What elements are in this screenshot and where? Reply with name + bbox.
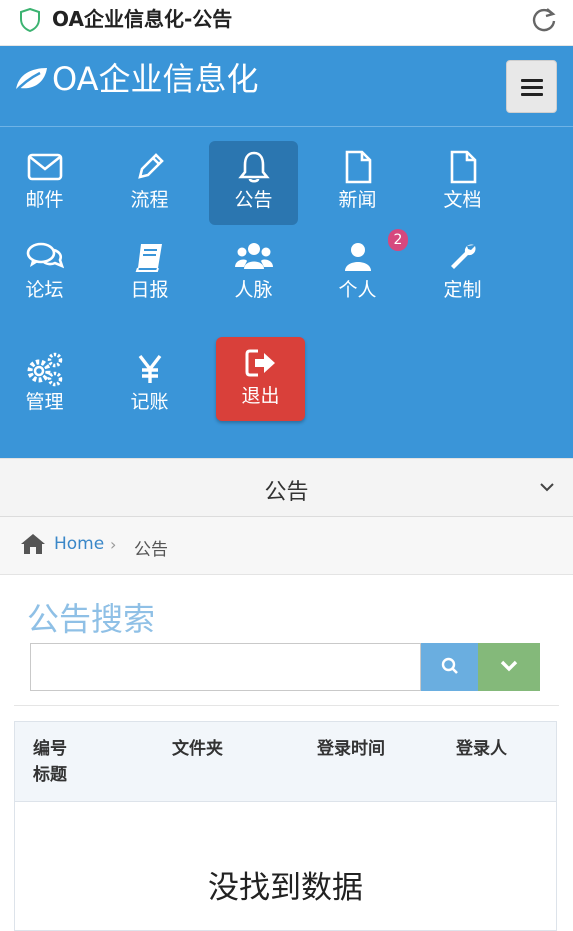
shortcut-label: 定制 <box>443 279 482 301</box>
shortcut-forum[interactable]: 论坛 <box>0 231 89 315</box>
comments-icon <box>26 242 64 269</box>
shortcut-label: 日报 <box>130 279 169 301</box>
pencil-icon <box>137 153 164 179</box>
shortcut-grid: 邮件 流程 公告 新闻 文档 论坛 日报 人脉 个人 定制 管理 记账 退出 2 <box>0 126 573 458</box>
reload-icon[interactable] <box>530 5 558 33</box>
menu-toggle-button[interactable] <box>506 60 557 113</box>
notice-table: 编号 标题 文件夹 登录时间 登录人 没找到数据 <box>14 721 557 931</box>
advanced-search-toggle[interactable] <box>478 643 540 691</box>
column-header-number[interactable]: 编号 <box>33 736 67 762</box>
shortcut-label: 论坛 <box>25 279 64 301</box>
leaf-icon <box>13 68 47 94</box>
shortcut-label: 邮件 <box>25 189 64 211</box>
user-icon <box>344 243 371 271</box>
notification-badge: 2 <box>388 229 408 251</box>
shortcut-notice[interactable]: 公告 <box>209 141 298 225</box>
divider <box>14 705 559 706</box>
brand[interactable]: OA企业信息化 <box>12 60 259 98</box>
yen-icon <box>138 354 161 383</box>
envelope-icon <box>27 153 62 181</box>
browser-title: OA企业信息化-公告 <box>52 7 233 31</box>
shortcut-workflow[interactable]: 流程 <box>105 141 194 225</box>
shortcut-label: 退出 <box>241 385 280 407</box>
users-icon <box>234 243 273 269</box>
book-icon <box>135 244 162 272</box>
navbar: OA企业信息化 <box>0 46 573 126</box>
shortcut-docs[interactable]: 文档 <box>418 141 507 225</box>
column-header-login-user[interactable]: 登录人 <box>456 736 507 762</box>
shortcut-label: 新闻 <box>338 189 377 211</box>
column-header-folder[interactable]: 文件夹 <box>172 736 223 762</box>
shortcut-accounting[interactable]: 记账 <box>105 343 194 427</box>
brand-text: OA企业信息化 <box>52 60 259 98</box>
shield-icon <box>20 8 40 32</box>
shortcut-contacts[interactable]: 人脉 <box>209 231 298 315</box>
search-input[interactable] <box>30 643 421 691</box>
search-button[interactable] <box>421 643 478 691</box>
shortcut-label: 流程 <box>130 189 169 211</box>
section-dropdown[interactable]: 公告 <box>0 458 573 517</box>
search-icon <box>441 657 458 674</box>
shortcut-label: 人脉 <box>234 279 273 301</box>
shortcut-label: 管理 <box>25 391 64 413</box>
chevron-down-icon <box>500 660 518 671</box>
wrench-icon <box>450 244 476 269</box>
shortcut-label: 个人 <box>338 279 377 301</box>
column-header-login-time[interactable]: 登录时间 <box>317 736 385 762</box>
browser-bar: OA企业信息化-公告 <box>0 0 573 46</box>
shortcut-label: 公告 <box>234 189 273 211</box>
column-header-title[interactable]: 标题 <box>33 762 67 788</box>
section-title: 公告 <box>264 480 309 505</box>
hamburger-icon <box>521 79 543 96</box>
breadcrumb: Home › 公告 <box>0 517 573 575</box>
breadcrumb-current: 公告 <box>134 540 168 560</box>
shortcut-news[interactable]: 新闻 <box>313 141 402 225</box>
shortcut-customize[interactable]: 定制 <box>418 231 507 315</box>
sign-out-icon <box>245 349 275 377</box>
chevron-down-icon <box>540 483 554 492</box>
file-icon <box>450 150 476 184</box>
breadcrumb-separator: › <box>110 535 117 554</box>
shortcut-admin[interactable]: 管理 <box>0 343 89 427</box>
shortcut-label: 文档 <box>443 189 482 211</box>
search-title: 公告搜索 <box>27 600 156 638</box>
shortcut-label: 记账 <box>130 391 169 413</box>
shortcut-mail[interactable]: 邮件 <box>0 141 89 225</box>
bell-icon <box>237 151 270 183</box>
home-icon <box>21 534 45 554</box>
breadcrumb-home-link[interactable]: Home <box>54 534 104 554</box>
table-header: 编号 标题 文件夹 登录时间 登录人 <box>15 722 556 802</box>
cogs-icon <box>27 352 62 387</box>
logout-button[interactable]: 退出 <box>216 337 305 421</box>
shortcut-daily[interactable]: 日报 <box>105 231 194 315</box>
empty-state-text: 没找到数据 <box>208 870 363 906</box>
file-icon <box>345 150 371 184</box>
